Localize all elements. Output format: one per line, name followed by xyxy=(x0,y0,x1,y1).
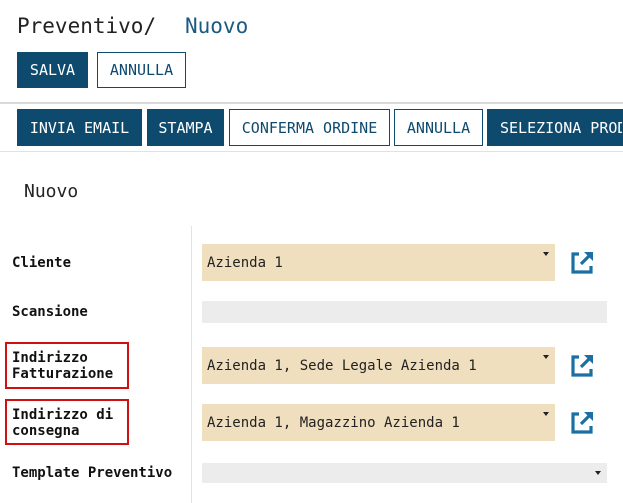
indirizzo-fatturazione-label: Indirizzo Fatturazione xyxy=(12,350,114,382)
chevron-down-icon xyxy=(543,252,549,256)
select-products-button[interactable]: SELEZIONA PRODOTTI xyxy=(487,109,623,146)
title-text: Preventivo xyxy=(17,14,144,38)
scansione-field[interactable] xyxy=(202,301,607,323)
indirizzo-fatturazione-select[interactable]: Azienda 1, Sede Legale Azienda 1 xyxy=(202,347,555,384)
chevron-down-icon xyxy=(543,355,549,359)
external-link-icon[interactable] xyxy=(568,249,596,277)
template-preventivo-select[interactable] xyxy=(202,463,607,483)
chevron-down-icon xyxy=(595,471,601,475)
cancel-quote-button[interactable]: ANNULLA xyxy=(394,109,483,146)
cancel-edit-button[interactable]: ANNULLA xyxy=(97,52,186,88)
form-column-divider xyxy=(191,226,192,503)
breadcrumb-current: Nuovo xyxy=(185,14,249,38)
cliente-select[interactable]: Azienda 1 xyxy=(202,244,555,281)
toolbar-divider xyxy=(0,151,623,152)
indirizzo-consegna-select[interactable]: Azienda 1, Magazzino Azienda 1 xyxy=(202,404,555,441)
indirizzo-consegna-label: Indirizzo di consegna xyxy=(12,407,114,439)
external-link-icon[interactable] xyxy=(568,409,596,437)
indirizzo-fatturazione-value: Azienda 1, Sede Legale Azienda 1 xyxy=(207,357,477,374)
print-button[interactable]: STAMPA xyxy=(147,109,224,146)
section-title: Nuovo xyxy=(24,181,79,202)
confirm-order-button[interactable]: CONFERMA ORDINE xyxy=(229,109,390,146)
external-link-icon[interactable] xyxy=(568,352,596,380)
header-divider xyxy=(0,102,623,104)
cliente-value: Azienda 1 xyxy=(207,254,283,271)
save-button[interactable]: SALVA xyxy=(17,52,88,88)
template-preventivo-label: Template Preventivo xyxy=(12,465,173,481)
indirizzo-consegna-value: Azienda 1, Magazzino Azienda 1 xyxy=(207,414,460,431)
send-email-button[interactable]: INVIA EMAIL xyxy=(17,109,142,146)
scansione-label: Scansione xyxy=(12,304,88,320)
cliente-label: Cliente xyxy=(12,255,72,271)
chevron-down-icon xyxy=(543,412,549,416)
breadcrumb-separator: / xyxy=(143,14,157,38)
page-title: Preventivo/ xyxy=(17,14,156,38)
